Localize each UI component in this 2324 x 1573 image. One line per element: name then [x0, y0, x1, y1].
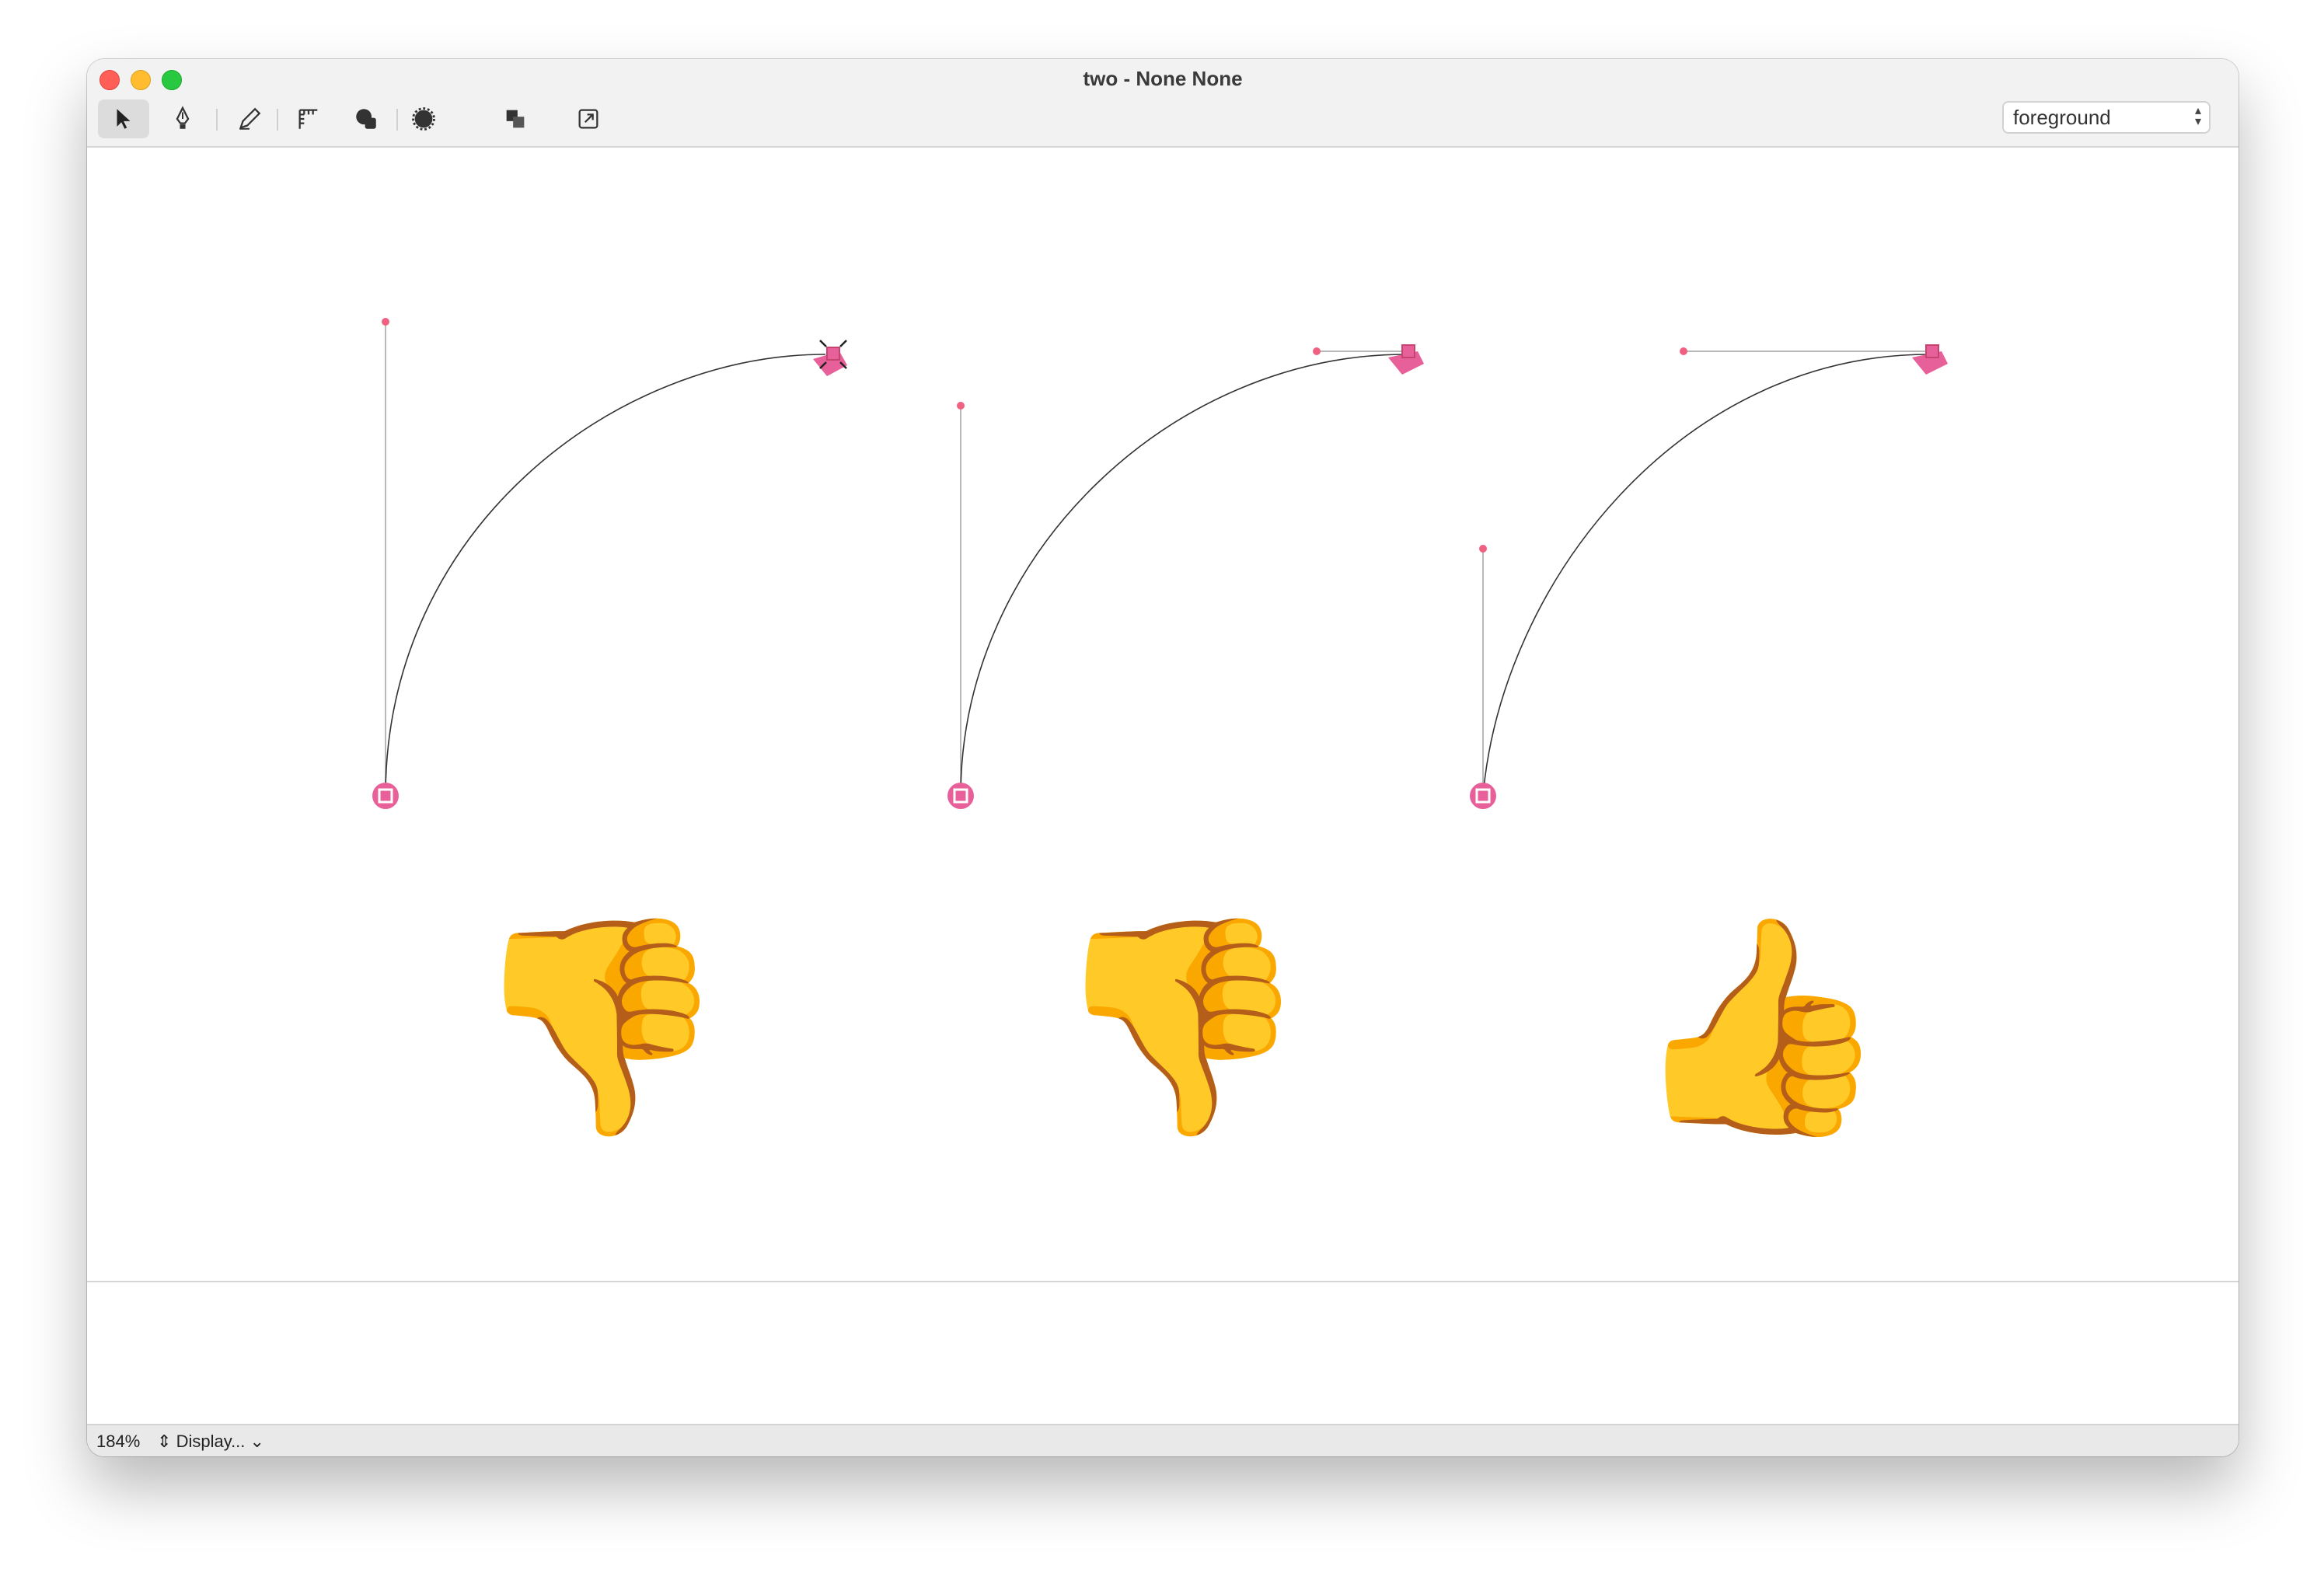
- pen-tool-button[interactable]: [157, 99, 208, 138]
- thumbs-down-emoji: 👎: [468, 903, 730, 1148]
- app-window: two - None None foreground ▴ ▾ 👎 👎 👍 184…: [87, 59, 2239, 1456]
- hover-cursor-mark: [819, 340, 827, 347]
- scallop-shape-icon: [412, 107, 435, 131]
- control-point-handle[interactable]: [382, 318, 389, 326]
- bezier-curve-3: [1470, 344, 1948, 809]
- chevron-updown-icon: ⇕: [157, 1432, 172, 1451]
- layer-select[interactable]: foreground ▴ ▾: [2002, 101, 2211, 134]
- window-title: two - None None: [1083, 67, 1243, 90]
- layer-select-value: foreground: [2013, 105, 2111, 129]
- thumbs-down-emoji: 👎: [1049, 903, 1311, 1148]
- toolbar-separator: [216, 109, 218, 131]
- bezier-curve-1: [372, 318, 847, 809]
- components-tool-button[interactable]: [490, 99, 541, 138]
- knife-tool-button[interactable]: [398, 99, 449, 138]
- status-bar: 184% ⇕ Display... ⌄: [87, 1424, 2239, 1456]
- hover-cursor-mark: [839, 340, 847, 347]
- image-tool-button[interactable]: [563, 99, 614, 138]
- control-point-handle[interactable]: [1680, 347, 1687, 355]
- title-bar: two - None None foreground ▴ ▾: [87, 59, 2239, 148]
- bezier-curve-2: [947, 344, 1424, 809]
- shapes-icon: [356, 109, 376, 129]
- bezier-curves-layer: [372, 318, 1948, 809]
- pencil-icon: [239, 107, 261, 130]
- chevron-updown-icon: ▴ ▾: [2194, 104, 2201, 128]
- overlap-squares-icon: [506, 110, 525, 128]
- start-node[interactable]: [947, 783, 974, 809]
- chevron-down-icon: ⌄: [249, 1432, 264, 1451]
- curve-path[interactable]: [1482, 354, 1930, 797]
- display-select-label: Display...: [176, 1432, 246, 1451]
- control-point-handle[interactable]: [1313, 347, 1321, 355]
- pencil-tool-button[interactable]: [224, 99, 275, 138]
- curve-path[interactable]: [960, 354, 1406, 797]
- end-node[interactable]: [1401, 344, 1415, 358]
- select-tool-button[interactable]: [98, 99, 149, 138]
- curve-path[interactable]: [385, 354, 826, 797]
- display-select[interactable]: ⇕ Display... ⌄: [157, 1432, 264, 1452]
- shapes-tool-button[interactable]: [340, 99, 392, 138]
- arrow-pointer-icon: [117, 109, 131, 129]
- end-node[interactable]: [826, 347, 840, 361]
- ruler-guide-icon: [298, 109, 318, 129]
- control-point-handle[interactable]: [1479, 545, 1487, 553]
- control-point-handle[interactable]: [957, 402, 965, 410]
- drawing-canvas[interactable]: 👎 👎 👍: [87, 148, 2239, 1341]
- zoom-level[interactable]: 184%: [96, 1432, 140, 1452]
- frame-arrow-icon: [578, 109, 598, 129]
- pen-nib-icon: [176, 106, 190, 129]
- toolbar: [87, 99, 787, 140]
- end-node[interactable]: [1925, 344, 1939, 358]
- toolbar-separator: [277, 109, 278, 131]
- canvas-divider: [87, 1281, 2239, 1282]
- start-node[interactable]: [372, 783, 399, 809]
- guide-tool-button[interactable]: [283, 99, 334, 138]
- start-node[interactable]: [1470, 783, 1496, 809]
- thumbs-up-emoji: 👍: [1629, 903, 1891, 1148]
